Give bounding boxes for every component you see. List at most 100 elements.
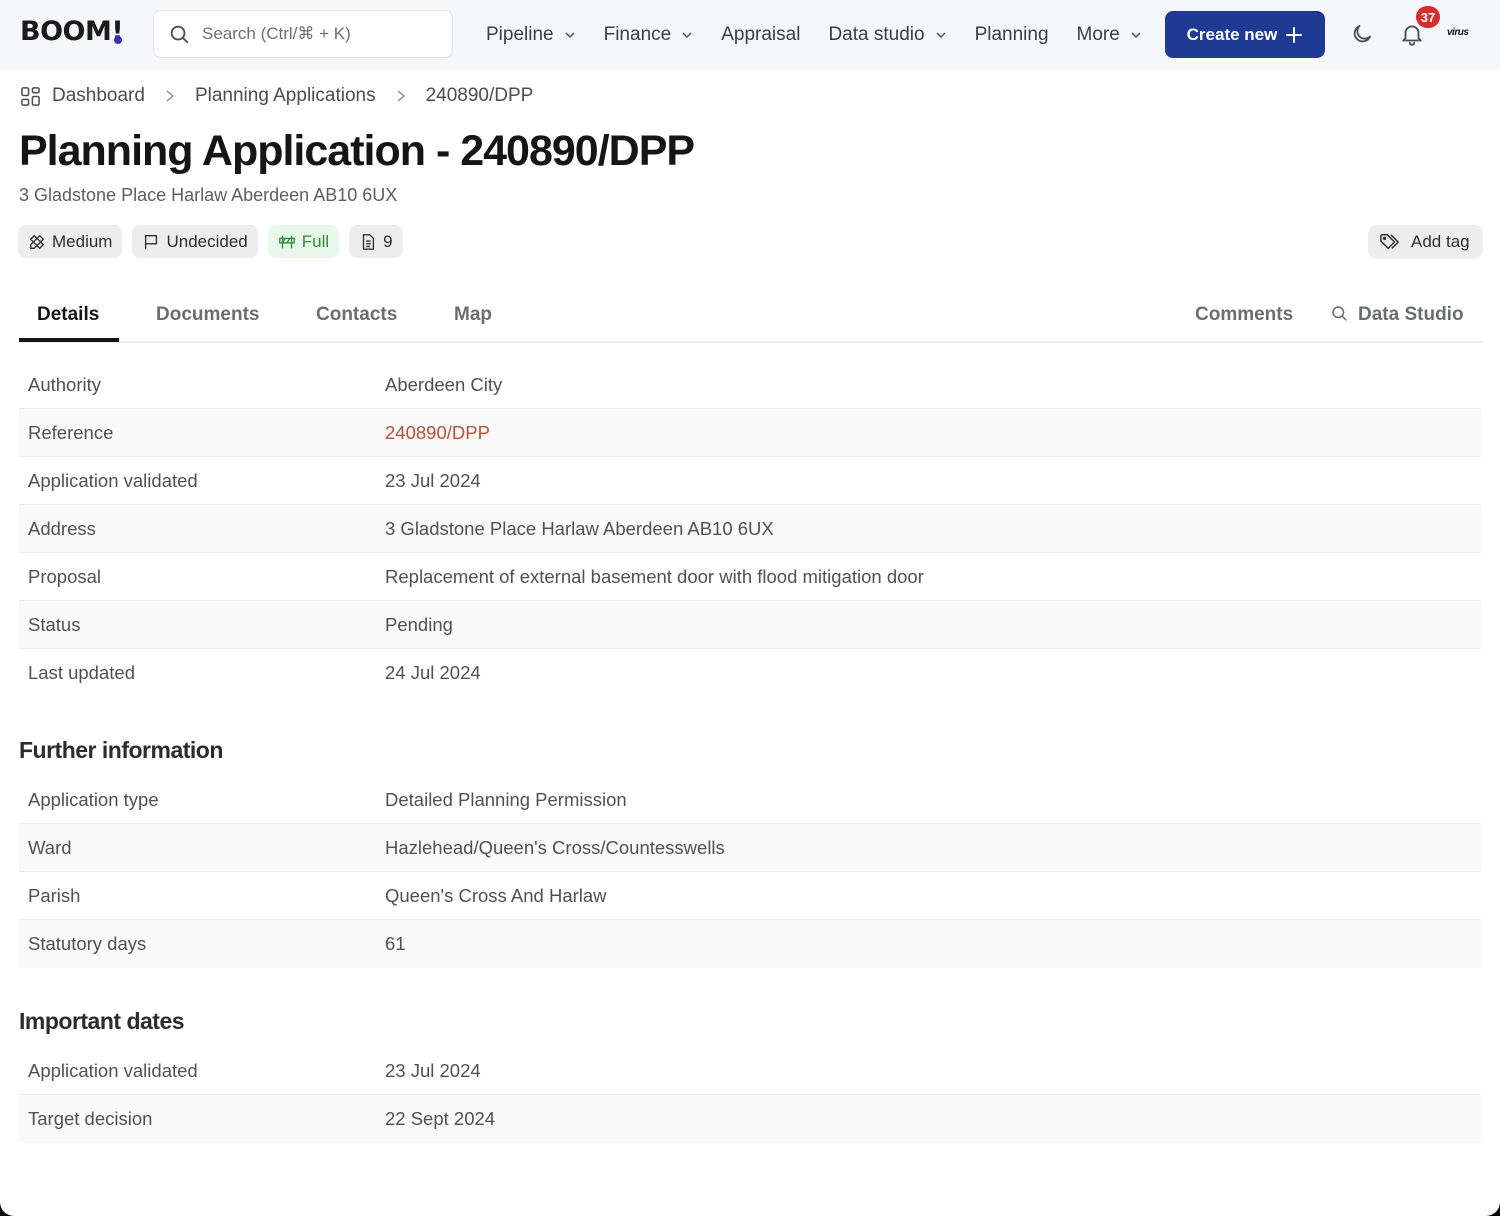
nav-label: Finance bbox=[603, 24, 672, 45]
page: BOOM! Pipeline Finance Appraisal Data st… bbox=[0, 0, 1500, 1216]
tag-decision[interactable]: Undecided bbox=[132, 225, 258, 258]
chevron-down-icon bbox=[565, 32, 575, 38]
reference-link[interactable]: 240890/DPP bbox=[385, 422, 490, 444]
create-new-button[interactable]: Create new bbox=[1165, 11, 1325, 58]
page-title: Planning Application - 240890/DPP bbox=[19, 127, 695, 175]
chevron-down-icon bbox=[1131, 32, 1141, 38]
breadcrumb: Dashboard Planning Applications 240890/D… bbox=[20, 85, 533, 107]
further-information-table: Application type Detailed Planning Permis… bbox=[19, 776, 1481, 968]
table-row: Address 3 Gladstone Place Harlaw Aberdeen… bbox=[19, 505, 1481, 553]
chevron-right-icon bbox=[166, 90, 175, 102]
notification-count-badge: 37 bbox=[1416, 6, 1440, 28]
nav-more[interactable]: More bbox=[1077, 24, 1142, 46]
row-label: Authority bbox=[28, 373, 102, 395]
row-label: Statutory days bbox=[28, 933, 147, 954]
create-new-label: Create new bbox=[1186, 24, 1278, 44]
important-dates-heading: Important dates bbox=[19, 1008, 185, 1034]
table-row: Ward Hazlehead/Queen's Cross/Countesswell… bbox=[19, 824, 1481, 872]
row-label: Application type bbox=[28, 788, 159, 810]
add-tag-label: Add tag bbox=[1411, 232, 1470, 251]
row-value: 22 Sept 2024 bbox=[385, 1108, 496, 1129]
row-value: Aberdeen City bbox=[385, 373, 503, 395]
tag-icon bbox=[1380, 234, 1399, 250]
further-information-heading: Further information bbox=[19, 737, 223, 763]
tag-document-count[interactable]: 9 bbox=[349, 225, 403, 258]
table-row: Statutory days 61 bbox=[19, 920, 1481, 968]
nav-label: Pipeline bbox=[486, 24, 554, 45]
table-row: Parish Queen's Cross And Harlaw bbox=[19, 872, 1481, 920]
table-row: Target decision 22 Sept 2024 bbox=[19, 1095, 1481, 1143]
row-label: Application validated bbox=[28, 469, 198, 491]
row-label: Proposal bbox=[28, 565, 102, 587]
row-value: 23 Jul 2024 bbox=[385, 1059, 481, 1081]
tag-list: Medium Undecided Full 9 bbox=[18, 225, 403, 258]
table-row: Reference 240890/DPP bbox=[19, 409, 1481, 457]
row-label: Application validated bbox=[28, 1059, 198, 1081]
row-value: Queen's Cross And Harlaw bbox=[385, 884, 607, 906]
tag-label: Undecided bbox=[166, 231, 248, 251]
row-value: Detailed Planning Permission bbox=[385, 788, 627, 810]
dark-mode-toggle-icon[interactable] bbox=[1350, 22, 1374, 46]
table-row: Application type Detailed Planning Permis… bbox=[19, 776, 1481, 824]
tag-size[interactable]: Medium bbox=[18, 225, 123, 258]
main-nav: Pipeline Finance Appraisal Data studio P… bbox=[486, 0, 1170, 70]
row-label: Reference bbox=[28, 421, 114, 443]
row-value: Pending bbox=[385, 613, 453, 635]
row-value: Replacement of external basement door wi… bbox=[385, 565, 924, 587]
nav-label: Data studio bbox=[828, 24, 925, 45]
row-value: Hazlehead/Queen's Cross/Countesswells bbox=[385, 836, 725, 858]
row-label: Parish bbox=[28, 884, 81, 906]
nav-label: Appraisal bbox=[721, 24, 801, 45]
chevron-down-icon bbox=[936, 32, 946, 38]
breadcrumb-dashboard[interactable]: Dashboard bbox=[52, 85, 145, 107]
tab-documents[interactable]: Documents bbox=[156, 304, 259, 326]
tag-label: 9 bbox=[383, 231, 393, 251]
nav-label: Planning bbox=[974, 24, 1049, 45]
tab-data-studio[interactable]: Data Studio bbox=[1330, 304, 1464, 326]
flag-icon bbox=[145, 234, 158, 249]
row-value: 23 Jul 2024 bbox=[385, 469, 481, 491]
row-value: 61 bbox=[385, 933, 406, 954]
row-label: Status bbox=[28, 613, 81, 635]
chevron-right-icon bbox=[397, 90, 405, 102]
breadcrumb-current: 240890/DPP bbox=[425, 85, 534, 106]
row-label: Address bbox=[28, 517, 96, 539]
nav-pipeline[interactable]: Pipeline bbox=[486, 24, 576, 46]
search-box[interactable] bbox=[153, 10, 453, 58]
table-row: Proposal Replacement of external basement… bbox=[19, 553, 1481, 601]
row-label: Ward bbox=[28, 836, 72, 858]
table-row: Application validated 23 Jul 2024 bbox=[19, 457, 1481, 505]
chevron-down-icon bbox=[682, 32, 692, 38]
table-row: Status Pending bbox=[19, 601, 1481, 649]
important-dates-table: Application validated 23 Jul 2024 Target … bbox=[19, 1047, 1481, 1143]
nav-label: More bbox=[1076, 24, 1120, 45]
tab-contacts[interactable]: Contacts bbox=[316, 304, 397, 326]
table-row: Last updated 24 Jul 2024 bbox=[19, 649, 1481, 697]
tab-comments[interactable]: Comments bbox=[1195, 304, 1293, 326]
top-navigation-bar: BOOM! Pipeline Finance Appraisal Data st… bbox=[0, 0, 1500, 70]
document-icon bbox=[362, 233, 375, 250]
tab-details[interactable]: Details bbox=[37, 304, 99, 326]
barrier-icon bbox=[278, 235, 295, 248]
dashboard-grid-icon bbox=[21, 86, 40, 106]
add-tag-button[interactable]: Add tag bbox=[1368, 225, 1483, 259]
nav-appraisal[interactable]: Appraisal bbox=[721, 24, 800, 46]
nav-planning[interactable]: Planning bbox=[975, 24, 1049, 46]
active-tab-indicator bbox=[19, 338, 119, 342]
tag-label: Full bbox=[301, 231, 330, 251]
boom-logo[interactable]: BOOM! bbox=[20, 16, 124, 47]
table-row: Application validated 23 Jul 2024 bbox=[19, 1047, 1481, 1095]
tag-application-type[interactable]: Full bbox=[267, 225, 340, 258]
user-org-avatar[interactable]: virus bbox=[1447, 27, 1469, 38]
nav-data-studio[interactable]: Data studio bbox=[828, 24, 946, 46]
tag-label: Medium bbox=[52, 231, 113, 251]
ruler-pencil-icon bbox=[30, 234, 44, 249]
plus-icon bbox=[1286, 26, 1303, 43]
nav-finance[interactable]: Finance bbox=[604, 24, 694, 46]
search-input[interactable] bbox=[202, 24, 442, 44]
page-subtitle-address: 3 Gladstone Place Harlaw Aberdeen AB10 6… bbox=[19, 185, 398, 205]
breadcrumb-planning-applications[interactable]: Planning Applications bbox=[195, 85, 376, 107]
tab-map[interactable]: Map bbox=[454, 304, 492, 326]
details-table: Authority Aberdeen City Reference 240890/D… bbox=[19, 361, 1481, 697]
tab-label: Data Studio bbox=[1358, 304, 1464, 325]
